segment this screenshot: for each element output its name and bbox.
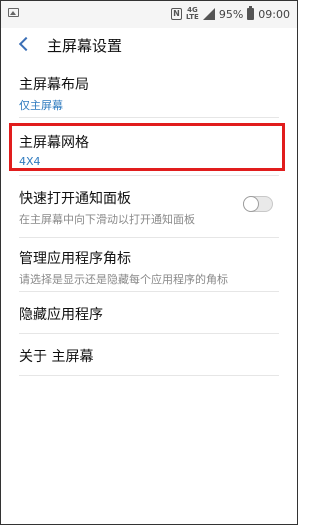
toggle-knob <box>243 196 259 212</box>
setting-title: 主屏幕网格 <box>19 135 89 151</box>
signal-icon <box>202 8 215 20</box>
network-type-icon: 4G LTE <box>186 7 199 21</box>
image-notification-icon <box>8 8 19 17</box>
settings-list: 主屏幕布局 仅主屏幕 主屏幕网格 4X4 快速打开通知面板 在主屏幕中向下滑动以… <box>19 64 279 376</box>
battery-icon <box>247 6 255 20</box>
page-title: 主屏幕设置 <box>47 37 123 55</box>
setting-description: 请选择是显示还是隐藏每个应用程序的角标 <box>19 273 228 286</box>
setting-hide-apps[interactable]: 隐藏应用程序 <box>19 292 279 334</box>
status-icons: N 4G LTE 95% 09:00 <box>170 6 290 22</box>
setting-value: 仅主屏幕 <box>19 99 63 112</box>
battery-percentage: 95% <box>218 7 244 21</box>
setting-title: 快速打开通知面板 <box>19 191 131 207</box>
back-arrow-icon[interactable] <box>18 37 30 49</box>
setting-home-layout[interactable]: 主屏幕布局 仅主屏幕 <box>19 64 279 118</box>
setting-title: 主屏幕布局 <box>19 77 89 93</box>
setting-quick-notification-panel[interactable]: 快速打开通知面板 在主屏幕中向下滑动以打开通知面板 <box>19 176 279 238</box>
setting-title: 关于 主屏幕 <box>19 349 94 365</box>
app-bar: 主屏幕设置 <box>0 28 298 60</box>
setting-title: 管理应用程序角标 <box>19 251 131 267</box>
setting-description: 在主屏幕中向下滑动以打开通知面板 <box>19 213 195 226</box>
setting-app-badges[interactable]: 管理应用程序角标 请选择是显示还是隐藏每个应用程序的角标 <box>19 238 279 292</box>
quick-notification-toggle[interactable] <box>243 196 273 212</box>
setting-title: 隐藏应用程序 <box>19 307 103 323</box>
clock: 09:00 <box>258 7 290 21</box>
setting-about-home[interactable]: 关于 主屏幕 <box>19 334 279 376</box>
setting-value: 4X4 <box>19 155 41 168</box>
status-bar: N 4G LTE 95% 09:00 <box>0 0 298 28</box>
nfc-icon: N <box>170 8 182 20</box>
setting-home-grid[interactable]: 主屏幕网格 4X4 <box>19 118 279 176</box>
network-type-bottom: LTE <box>185 13 199 21</box>
